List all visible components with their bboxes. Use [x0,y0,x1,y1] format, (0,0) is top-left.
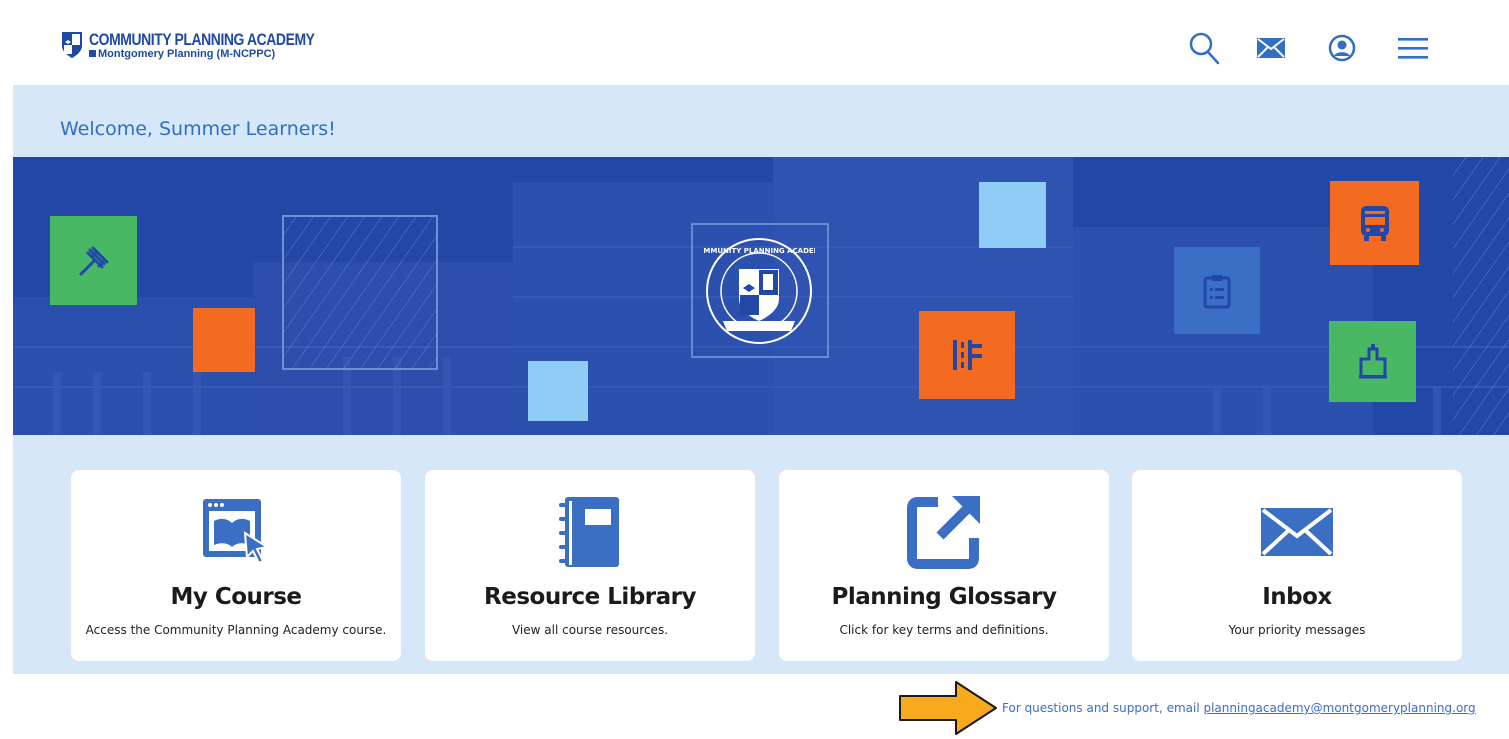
resource-library-card[interactable]: Resource Library View all course resourc… [425,470,755,661]
search-icon [1189,32,1220,65]
card-description: Your priority messages [1228,623,1366,637]
svg-text:COMMUNITY PLANNING ACADEMY: COMMUNITY PLANNING ACADEMY [703,247,815,255]
hero-banner: COMMUNITY PLANNING ACADEMY [13,157,1509,435]
account-icon [1328,34,1356,62]
messages-button[interactable] [1253,30,1289,66]
card-description: Access the Community Planning Academy co… [85,623,387,637]
academy-seal-icon: COMMUNITY PLANNING ACADEMY [703,238,815,344]
support-label: For questions and support, email [1002,701,1204,715]
inbox-card[interactable]: Inbox Your priority messages [1132,470,1462,661]
page: COMMUNITY PLANNING ACADEMY Montgomery Pl… [0,0,1509,739]
planning-glossary-card[interactable]: Planning Glossary Click for key terms an… [779,470,1109,661]
gavel-tile [50,216,137,305]
building-icon [1358,343,1387,378]
lightblue-square-1 [528,361,588,421]
academy-logo[interactable]: COMMUNITY PLANNING ACADEMY Montgomery Pl… [61,30,364,60]
road-sign-tile [919,311,1015,399]
account-button[interactable] [1324,30,1360,66]
logo-subtitle: Montgomery Planning (M-NCPPC) [89,48,364,60]
external-link-icon [907,496,980,569]
card-title: My Course [170,584,302,610]
card-description: View all course resources. [511,623,669,637]
card-title: Planning Glossary [831,584,1057,610]
building-tile [1329,321,1416,402]
card-title: Inbox [1262,584,1332,610]
bus-icon [1360,206,1389,241]
my-course-card[interactable]: My Course Access the Community Planning … [71,470,401,661]
notebook-icon [559,497,619,567]
welcome-heading: Welcome, Summer Learners! [60,118,336,140]
clipboard-icon [1203,274,1231,308]
menu-button[interactable] [1395,30,1431,66]
logo-title: COMMUNITY PLANNING ACADEMY [89,29,315,49]
orange-square [193,308,255,372]
course-icon [203,499,270,565]
support-text: For questions and support, email plannin… [1002,701,1476,715]
lightblue-square-2 [979,182,1046,248]
gavel-icon [79,246,108,275]
mail-icon [1257,38,1285,58]
shield-logo-icon [62,32,82,58]
card-title: Resource Library [484,584,696,610]
envelope-icon [1261,508,1333,556]
card-description: Click for key terms and definitions. [839,623,1049,637]
menu-icon [1398,38,1428,59]
clipboard-tile [1174,247,1260,334]
site-header: COMMUNITY PLANNING ACADEMY Montgomery Pl… [13,8,1509,86]
content-band: Welcome, Summer Learners! MMUNITY PLANNI… [13,86,1509,674]
search-button[interactable] [1186,30,1222,66]
road-sign-icon [953,340,982,370]
arrow-right-icon [899,681,997,735]
support-email-link[interactable]: planningacademy@montgomeryplanning.org [1203,701,1475,715]
bus-tile [1330,181,1419,265]
